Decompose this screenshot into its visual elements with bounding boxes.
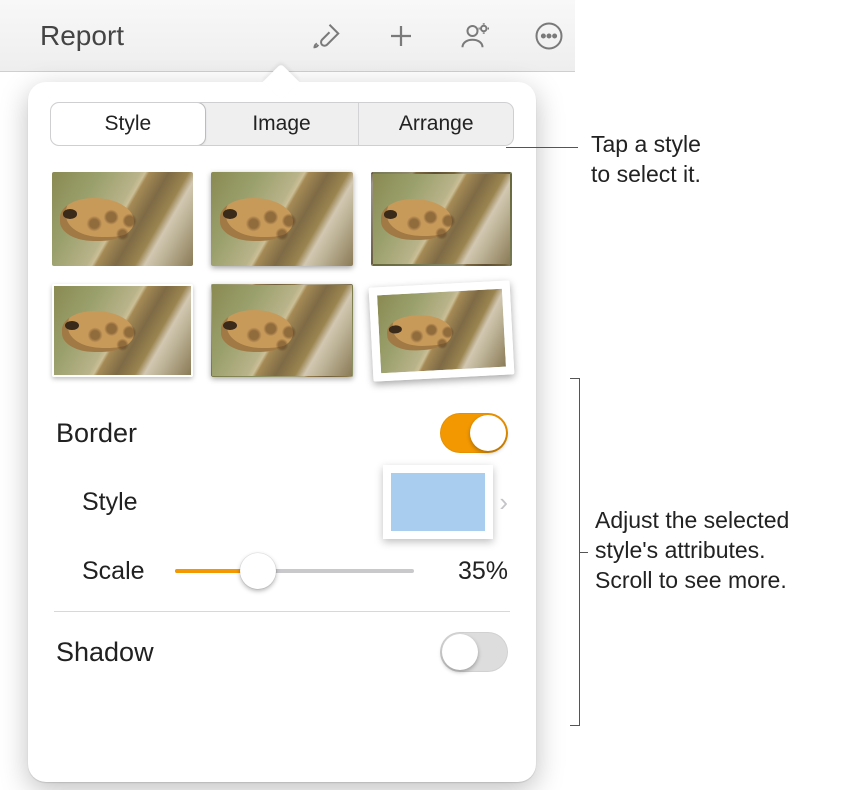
plus-icon[interactable] — [385, 20, 417, 52]
callout-bracket-tick — [580, 552, 588, 553]
style-preset-2[interactable] — [211, 172, 352, 266]
style-preset-5[interactable] — [211, 284, 352, 378]
border-scale-slider[interactable] — [175, 553, 414, 589]
collaborate-icon[interactable] — [459, 20, 491, 52]
tab-image[interactable]: Image — [205, 103, 360, 145]
toolbar: Report — [0, 0, 575, 72]
style-preset-4[interactable] — [52, 284, 193, 378]
callout-line — [506, 147, 578, 148]
more-icon[interactable] — [533, 20, 565, 52]
border-label: Border — [56, 418, 137, 449]
callouts-layer: Tap a style to select it. Adjust the sel… — [575, 0, 865, 790]
border-style-label: Style — [56, 488, 138, 517]
border-scale-value: 35% — [444, 557, 508, 586]
tab-arrange[interactable]: Arrange — [359, 103, 513, 145]
chevron-right-icon: › — [493, 487, 508, 518]
shadow-toggle[interactable] — [440, 632, 508, 672]
border-row: Border — [50, 405, 514, 461]
tab-segmented-control: Style Image Arrange — [50, 102, 514, 146]
shadow-row: Shadow — [50, 624, 514, 680]
border-toggle[interactable] — [440, 413, 508, 453]
tab-style[interactable]: Style — [50, 102, 206, 146]
style-presets-grid — [50, 172, 514, 377]
border-style-row[interactable]: Style › — [50, 461, 514, 543]
callout-select-style: Tap a style to select it. — [591, 130, 701, 190]
border-scale-label: Scale — [56, 557, 145, 586]
border-scale-row: Scale 35% — [50, 543, 514, 599]
brush-icon[interactable] — [311, 20, 343, 52]
style-preset-3[interactable] — [371, 172, 512, 266]
format-popover: Style Image Arrange Border Style › Scale — [28, 82, 536, 782]
document-title: Report — [40, 20, 124, 52]
border-section: Border Style › Scale 35% — [50, 405, 514, 599]
toolbar-icons — [311, 0, 565, 71]
shadow-label: Shadow — [56, 637, 154, 668]
style-preset-1[interactable] — [52, 172, 193, 266]
divider — [54, 611, 510, 612]
style-preset-6[interactable] — [368, 280, 514, 381]
border-style-preview — [383, 465, 493, 539]
callout-adjust-attrs: Adjust the selected style's attributes. … — [595, 506, 789, 596]
callout-bracket — [570, 378, 580, 726]
